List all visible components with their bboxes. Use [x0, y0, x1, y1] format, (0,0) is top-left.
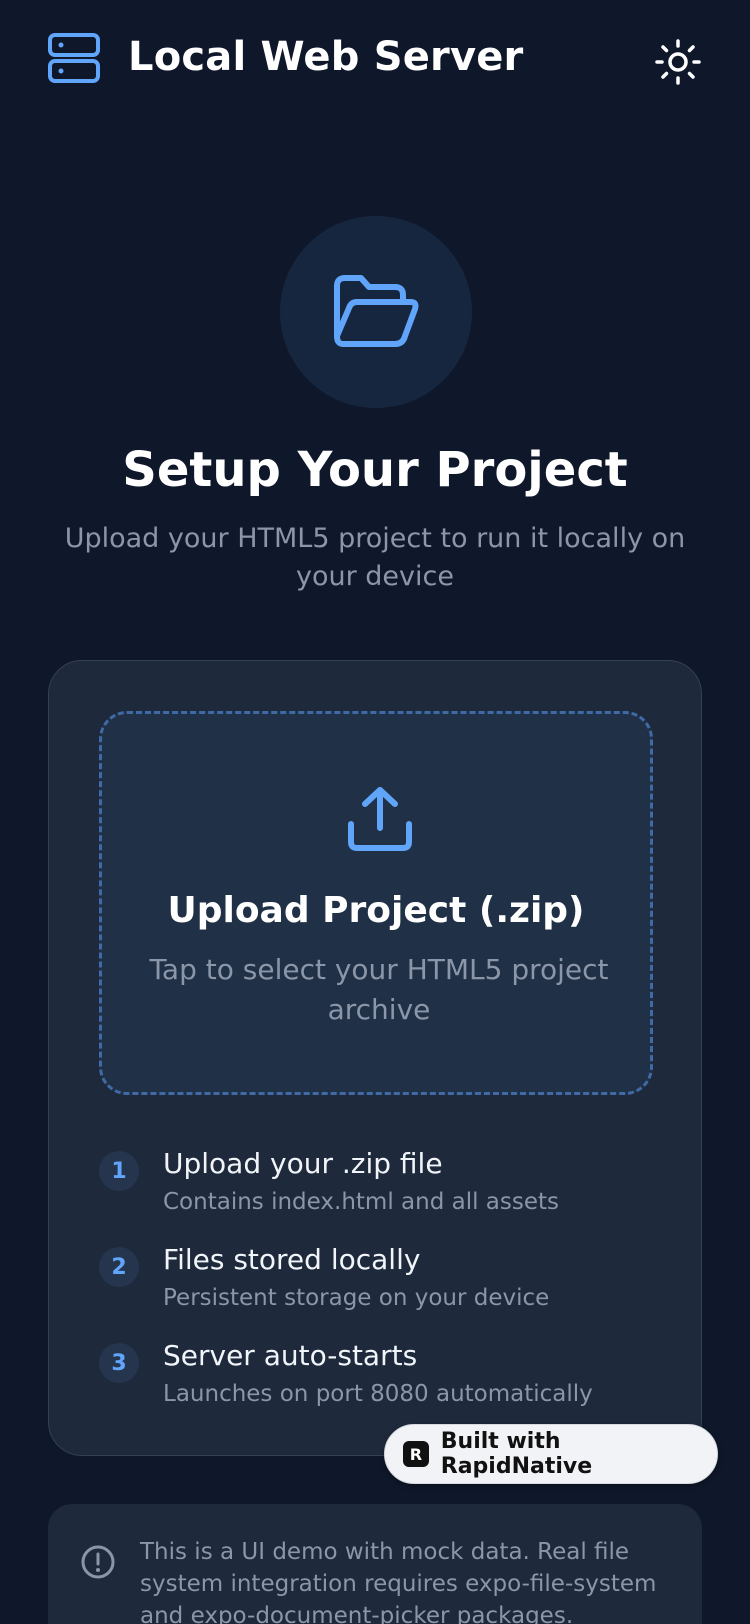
step-subtitle: Persistent storage on your device: [163, 1285, 550, 1311]
badge-label: Built with RapidNative: [440, 1429, 593, 1479]
sun-icon: [655, 39, 701, 85]
upload-title: Upload Project (.zip): [167, 890, 585, 931]
upload-icon: [348, 787, 412, 851]
page-subtitle: Upload your HTML5 project to run it loca…: [64, 523, 686, 592]
step-title: Server auto-starts: [163, 1339, 418, 1372]
list-item: 2 Files stored locally Persistent storag…: [99, 1243, 659, 1339]
step-number-badge: 3: [99, 1343, 139, 1383]
step-number-badge: 1: [99, 1151, 139, 1191]
setup-card: Upload Project (.zip) Tap to select your…: [48, 660, 702, 1456]
notice-text: This is a UI demo with mock data. Real f…: [140, 1539, 657, 1624]
app-header: Local Web Server: [0, 0, 750, 120]
step-subtitle: Launches on port 8080 automatically: [163, 1381, 593, 1407]
step-subtitle: Contains index.html and all assets: [163, 1189, 559, 1215]
page-title: Setup Your Project: [122, 442, 628, 498]
step-number-badge: 2: [99, 1247, 139, 1287]
steps-list: 1 Upload your .zip file Contains index.h…: [99, 1147, 659, 1435]
server-icon: [48, 33, 100, 83]
list-item: 3 Server auto-starts Launches on port 80…: [99, 1339, 659, 1435]
step-title: Files stored locally: [163, 1243, 421, 1276]
rapidnative-logo-icon: R: [403, 1441, 429, 1467]
info-circle-icon: [81, 1545, 115, 1579]
upload-subtitle: Tap to select your HTML5 project archive: [149, 953, 609, 1026]
upload-dropzone[interactable]: Upload Project (.zip) Tap to select your…: [99, 711, 653, 1095]
theme-toggle-button[interactable]: [650, 34, 706, 90]
demo-notice: This is a UI demo with mock data. Real f…: [48, 1504, 702, 1624]
folder-open-icon: [334, 275, 419, 347]
list-item: 1 Upload your .zip file Contains index.h…: [99, 1147, 659, 1243]
step-title: Upload your .zip file: [163, 1147, 443, 1180]
app-title: Local Web Server: [128, 34, 524, 80]
hero-icon-circle: [280, 216, 472, 408]
built-with-badge[interactable]: R Built with RapidNative: [384, 1424, 718, 1484]
